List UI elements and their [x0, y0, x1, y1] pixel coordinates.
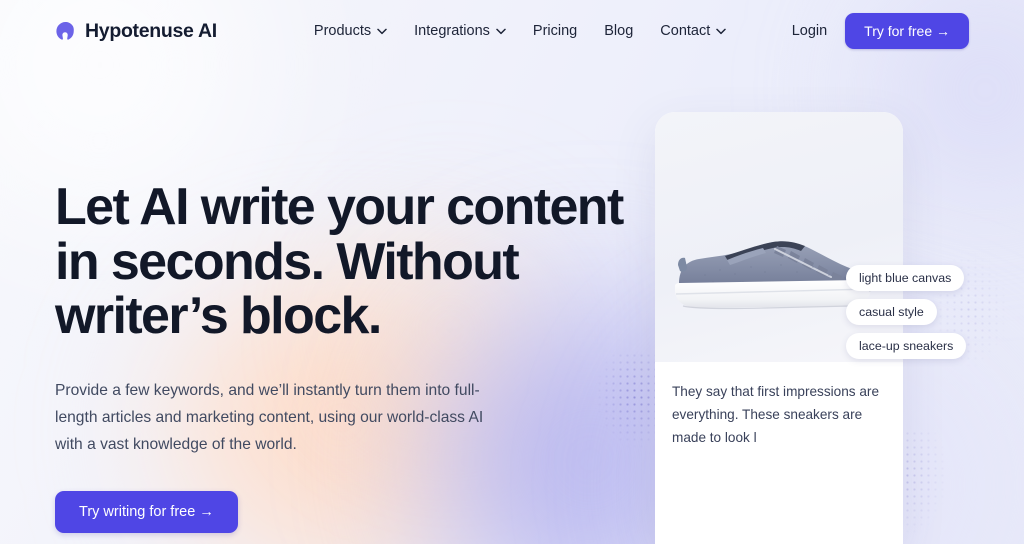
hero-section: Let AI write your content in seconds. Wi…	[55, 180, 655, 533]
try-for-free-button[interactable]: Try for free →	[845, 13, 969, 49]
nav-item-products[interactable]: Products	[314, 23, 387, 39]
chevron-down-icon	[496, 23, 506, 39]
nav-item-label: Pricing	[532, 23, 578, 39]
brand-logo[interactable]: Hypotenuse AI	[55, 20, 217, 43]
generated-description-text: They say that first impressions are ever…	[672, 384, 879, 445]
tag-light-blue-canvas[interactable]: light blue canvas	[846, 265, 965, 291]
login-link[interactable]: Login	[792, 23, 827, 39]
main-navigation: Products Integrations Pricing Blog Conta…	[314, 23, 727, 39]
keyword-tag-list: light blue canvas casual style lace-up s…	[846, 265, 967, 359]
hero-title: Let AI write your content in seconds. Wi…	[55, 178, 624, 346]
nav-item-pricing[interactable]: Pricing	[533, 23, 577, 39]
header-actions: Login Try for free →	[792, 13, 969, 49]
tag-casual-style[interactable]: casual style	[846, 299, 937, 325]
chevron-down-icon	[716, 23, 727, 39]
nav-item-blog[interactable]: Blog	[604, 23, 633, 39]
nav-item-label: Blog	[604, 23, 634, 39]
nav-item-label: Contact	[660, 23, 711, 39]
nav-item-label: Products	[313, 23, 372, 39]
nav-item-contact[interactable]: Contact	[660, 23, 727, 39]
hero-subtitle: Provide a few keywords, and we’ll instan…	[55, 381, 484, 453]
brand-name: Hypotenuse AI	[85, 19, 217, 42]
site-header: Hypotenuse AI Products Integrations Pric…	[0, 0, 1024, 62]
hypotenuse-logo-icon	[55, 21, 76, 42]
nav-item-label: Integrations	[414, 23, 490, 39]
tag-lace-up-sneakers[interactable]: lace-up sneakers	[846, 333, 967, 359]
try-writing-for-free-button[interactable]: Try writing for free →	[55, 490, 238, 533]
product-card-body: They say that first impressions are ever…	[655, 362, 903, 544]
chevron-down-icon	[377, 23, 387, 39]
nav-item-integrations[interactable]: Integrations	[414, 23, 506, 39]
